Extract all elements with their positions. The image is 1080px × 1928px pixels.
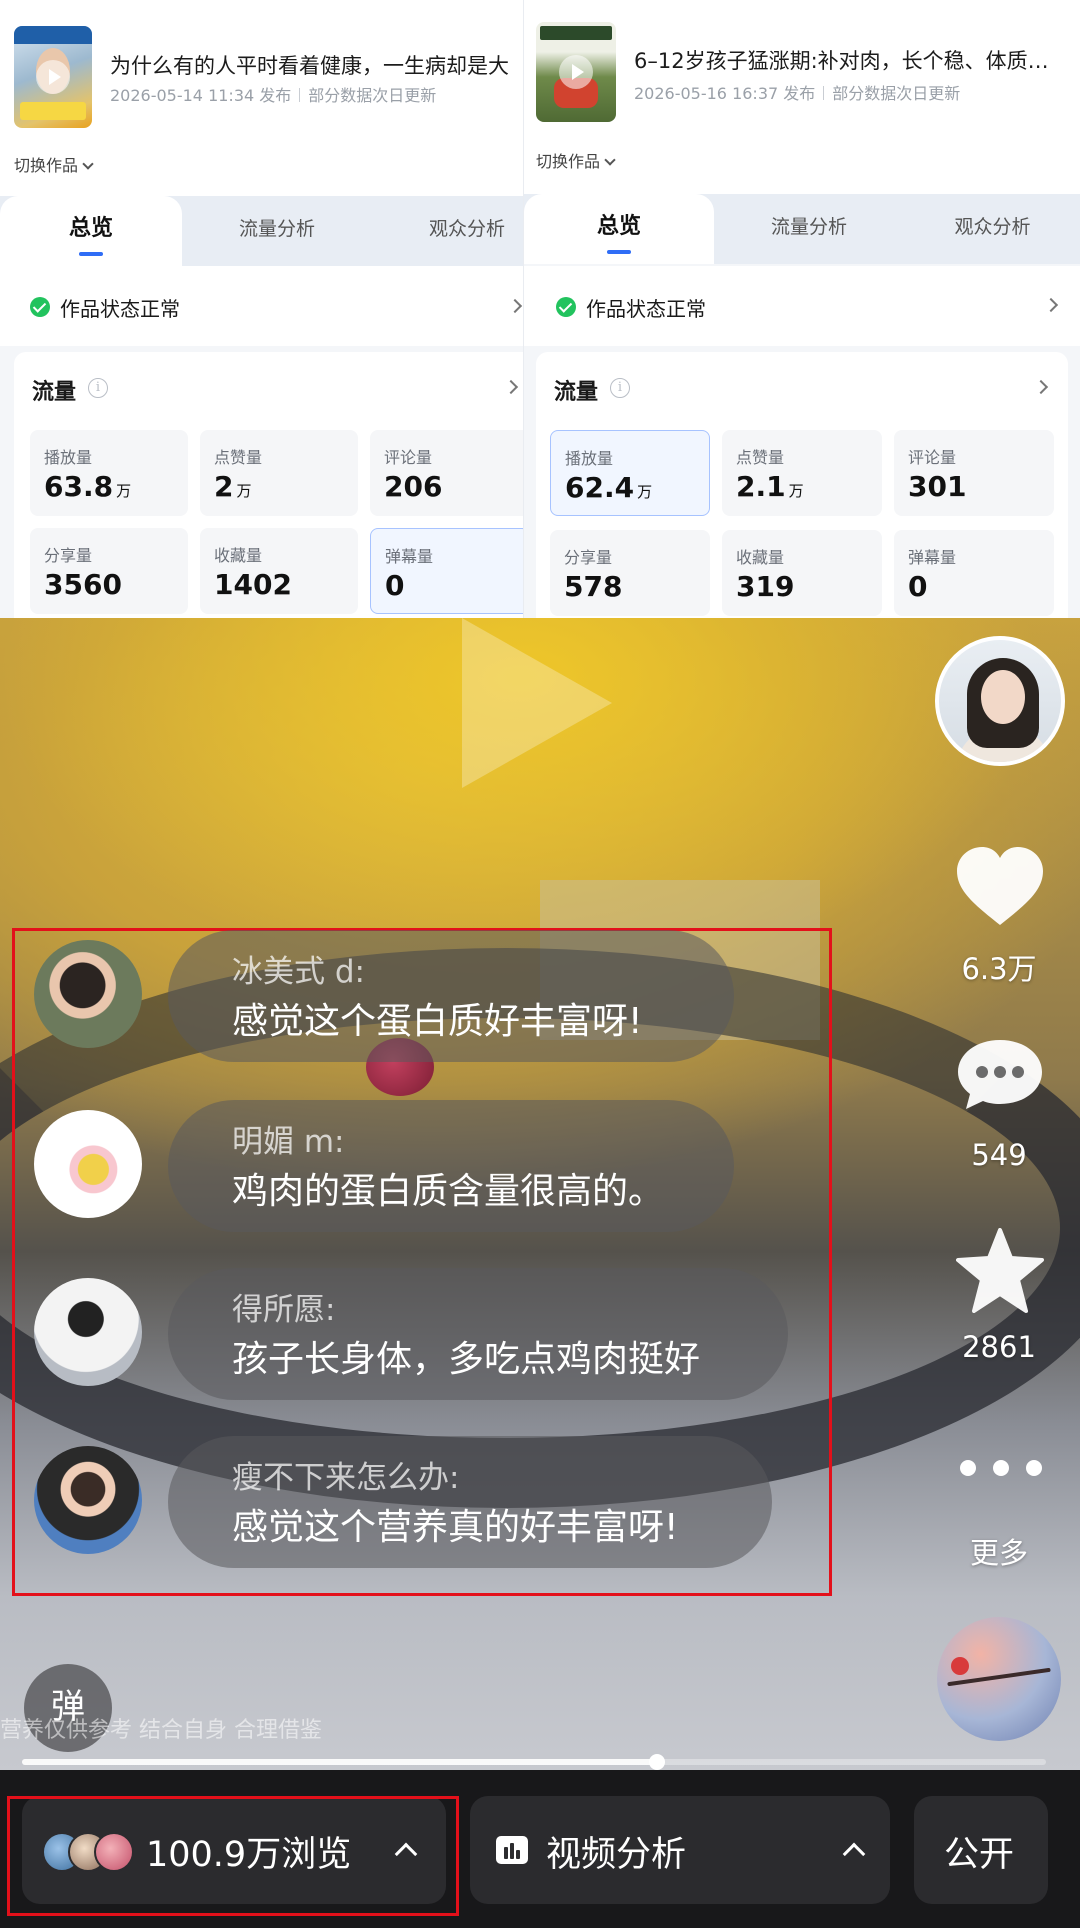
- more-label[interactable]: 更多: [939, 1530, 1059, 1572]
- progress-knob[interactable]: [648, 1754, 665, 1770]
- traffic-card: 流量 i 播放量 62.4 万 点赞量 2.1 万 评论量 301 分享量 578 …: [536, 352, 1068, 618]
- traffic-card: 流量 i 播放量 63.8 万 点赞量 2万 评论量 206 分享量 3560 收…: [14, 352, 523, 618]
- likes-count: 6.3万: [961, 952, 1037, 986]
- comment-icon[interactable]: [956, 1038, 1044, 1110]
- commenter-name: 瘦不下来怎么办:: [232, 1460, 460, 1496]
- commenter-name: 得所愿:: [232, 1292, 336, 1328]
- video-header: 6–12岁孩子猛涨期:补对肉，长个稳、体质… 2026-05-16 16:37 …: [524, 0, 1080, 200]
- bar-chart-icon: [496, 1836, 528, 1864]
- status-row[interactable]: 作品状态正常: [0, 266, 523, 346]
- commenter-name: 明媚 m:: [232, 1124, 345, 1160]
- video-thumbnail[interactable]: [14, 26, 92, 128]
- update-note: 部分数据次日更新: [832, 84, 961, 103]
- info-icon[interactable]: i: [610, 378, 630, 398]
- metric-plays[interactable]: 播放量 63.8 万: [30, 430, 188, 516]
- more-icon[interactable]: [960, 1458, 1044, 1478]
- comment-text: 感觉这个营养真的好丰富呀!: [232, 1507, 679, 1548]
- avatar[interactable]: [34, 940, 142, 1048]
- creator-avatar[interactable]: [935, 636, 1065, 766]
- visibility-button[interactable]: 公开: [914, 1796, 1048, 1904]
- analytics-panel-right: 6–12岁孩子猛涨期:补对肉，长个稳、体质… 2026-05-16 16:37 …: [523, 0, 1080, 618]
- comment-bubble: 得所愿: 孩子长身体，多吃点鸡肉挺好: [168, 1268, 788, 1400]
- switch-work-button[interactable]: 切换作品: [14, 152, 94, 176]
- metric-comments[interactable]: 评论量 301: [894, 430, 1054, 516]
- tab-audience-analysis[interactable]: 观众分析: [372, 196, 523, 266]
- video-title: 为什么有的人平时看着健康，一生病却是大: [110, 54, 509, 78]
- progress-bar[interactable]: [22, 1754, 1046, 1770]
- public-label: 公开: [944, 1835, 1015, 1875]
- chevron-right-icon: [1043, 297, 1059, 313]
- tab-bar: 总览 流量分析 观众分析: [524, 194, 1080, 264]
- video-header: 为什么有的人平时看着健康，一生病却是大 2026-05-14 11:34 发布部…: [0, 0, 523, 200]
- switch-work-label: 切换作品: [14, 156, 79, 175]
- video-title: 6–12岁孩子猛涨期:补对肉，长个稳、体质…: [634, 49, 1049, 73]
- analysis-label: 视频分析: [546, 1835, 687, 1875]
- heart-icon[interactable]: [955, 845, 1045, 931]
- section-title: 流量: [32, 380, 77, 405]
- video-meta: 2026-05-16 16:37 发布 部分数据次日更新: [634, 80, 960, 104]
- comment-bubble: 瘦不下来怎么办: 感觉这个营养真的好丰富呀!: [168, 1436, 772, 1568]
- chevron-down-icon: [82, 158, 94, 170]
- tab-audience-analysis[interactable]: 观众分析: [904, 194, 1080, 264]
- play-icon: [36, 60, 70, 94]
- avatar[interactable]: [34, 1110, 142, 1218]
- comment-text: 孩子长身体，多吃点鸡肉挺好: [232, 1339, 701, 1380]
- comment-bubble: 明媚 m: 鸡肉的蛋白质含量很高的。: [168, 1100, 734, 1232]
- star-icon[interactable]: [956, 1228, 1044, 1314]
- progress-fill: [22, 1759, 657, 1765]
- comment-text: 感觉这个蛋白质好丰富呀!: [232, 1001, 643, 1042]
- comments-count: 549: [971, 1138, 1027, 1172]
- chevron-down-icon: [604, 154, 616, 166]
- metric-shares[interactable]: 分享量 578: [550, 530, 710, 616]
- metric-likes[interactable]: 点赞量 2.1 万: [722, 430, 882, 516]
- analytics-panel-left: 为什么有的人平时看着健康，一生病却是大 2026-05-14 11:34 发布部…: [0, 0, 523, 618]
- comment-text: 鸡肉的蛋白质含量很高的。: [232, 1171, 665, 1212]
- avatar[interactable]: [34, 1278, 142, 1386]
- metric-danmaku[interactable]: 弹幕量 0: [370, 528, 523, 614]
- video-caption: 营养仅供参考 结合自身 合理借鉴: [0, 1718, 322, 1743]
- status-row[interactable]: 作品状态正常: [524, 266, 1080, 346]
- video-analysis-button[interactable]: 视频分析: [470, 1796, 890, 1904]
- info-icon[interactable]: i: [88, 378, 108, 398]
- tab-bar: 总览 流量分析 观众分析: [0, 196, 523, 266]
- update-note: 部分数据次日更新: [308, 86, 437, 105]
- publish-time: 2026-05-14 11:34 发布: [110, 86, 292, 105]
- metric-plays[interactable]: 播放量 62.4 万: [550, 430, 710, 516]
- tab-overview[interactable]: 总览: [524, 194, 714, 264]
- metric-likes[interactable]: 点赞量 2万: [200, 430, 358, 516]
- chevron-right-icon[interactable]: [1033, 379, 1049, 395]
- publish-time: 2026-05-16 16:37 发布: [634, 84, 816, 103]
- chevron-right-icon[interactable]: [503, 379, 519, 395]
- commenter-name: 冰美式 d:: [232, 954, 365, 990]
- chevron-right-icon: [507, 298, 523, 314]
- video-thumbnail[interactable]: [536, 22, 616, 122]
- metric-favorites[interactable]: 收藏量 1402: [200, 528, 358, 614]
- check-circle-icon: [30, 297, 50, 317]
- metric-favorites[interactable]: 收藏量 319: [722, 530, 882, 616]
- play-icon[interactable]: [462, 618, 612, 788]
- highlight-box: [7, 1796, 459, 1916]
- check-circle-icon: [556, 297, 576, 317]
- metric-comments[interactable]: 评论量 206: [370, 430, 523, 516]
- favorites-count: 2861: [962, 1330, 1036, 1364]
- tab-overview[interactable]: 总览: [0, 196, 182, 266]
- comment-bubble: 冰美式 d: 感觉这个蛋白质好丰富呀!: [168, 930, 734, 1062]
- play-icon: [559, 55, 593, 89]
- music-disc[interactable]: [937, 1617, 1061, 1741]
- metric-danmaku[interactable]: 弹幕量 0: [894, 530, 1054, 616]
- metric-shares[interactable]: 分享量 3560: [30, 528, 188, 614]
- chevron-up-icon: [842, 1842, 866, 1866]
- status-text: 作品状态正常: [60, 297, 180, 321]
- section-title: 流量: [554, 380, 599, 405]
- video-meta: 2026-05-14 11:34 发布 部分数据次日更新: [110, 82, 436, 106]
- tab-traffic-analysis[interactable]: 流量分析: [714, 194, 904, 264]
- status-text: 作品状态正常: [586, 297, 706, 321]
- switch-work-label: 切换作品: [536, 152, 601, 171]
- avatar[interactable]: [34, 1446, 142, 1554]
- switch-work-button[interactable]: 切换作品: [536, 148, 616, 172]
- tab-traffic-analysis[interactable]: 流量分析: [182, 196, 372, 266]
